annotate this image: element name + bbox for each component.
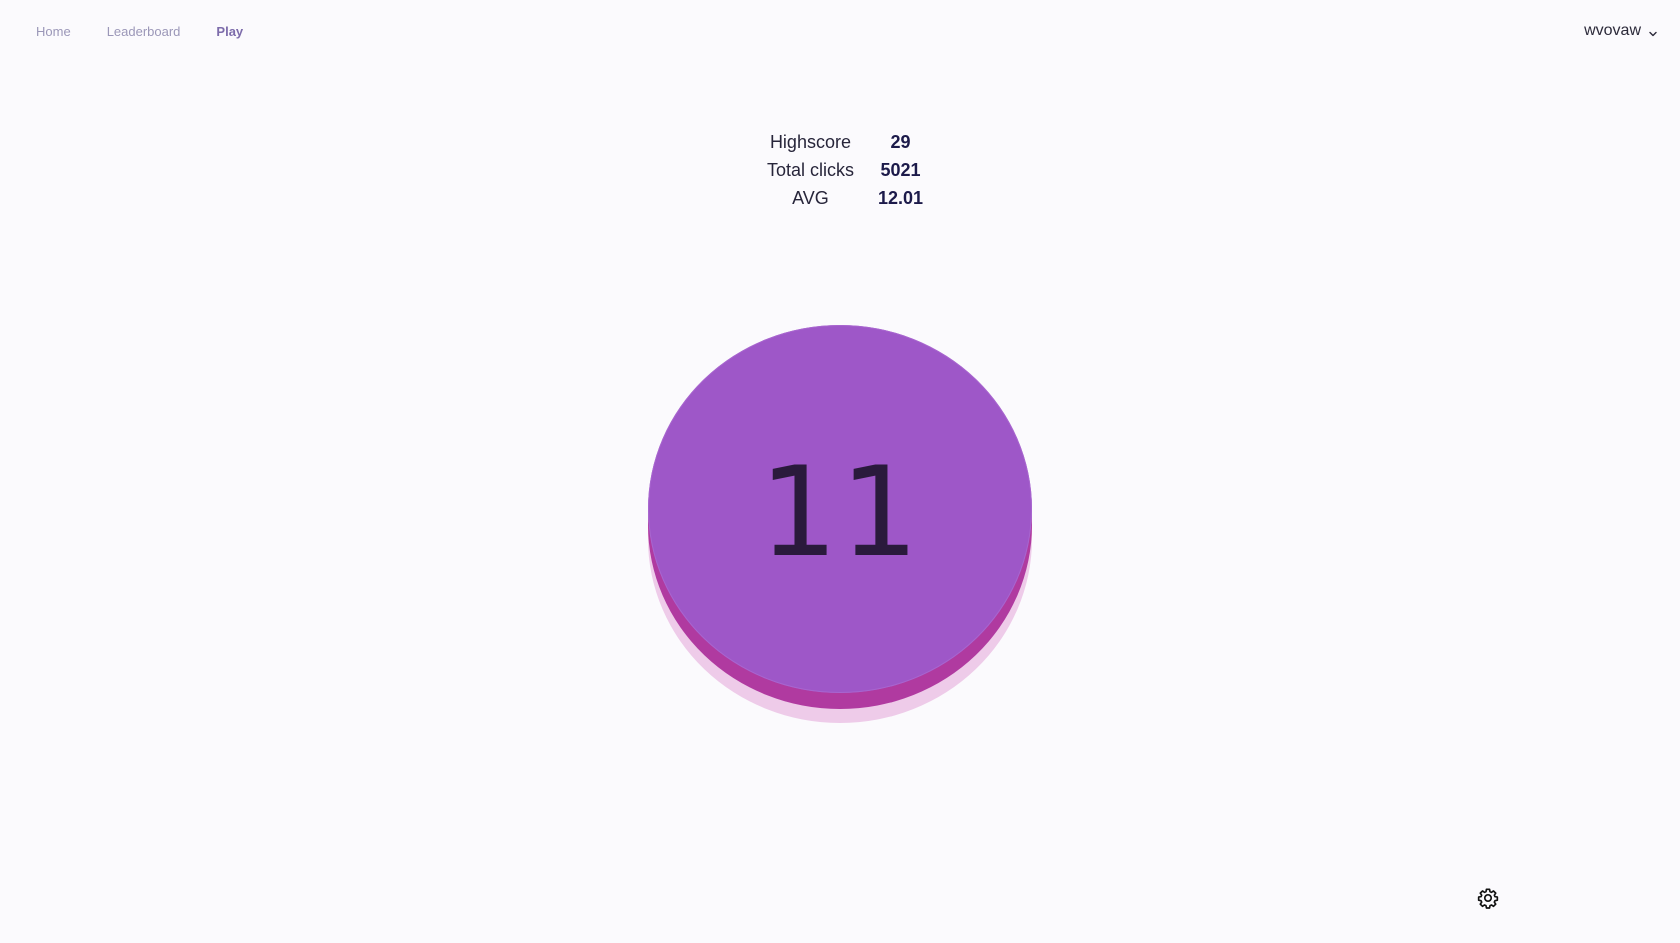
chevron-down-icon (1648, 26, 1658, 37)
click-counter: 11 (759, 441, 921, 585)
page: Home Leaderboard Play wvovaw Highscore 2… (0, 0, 1680, 943)
top-nav: Home Leaderboard Play (36, 24, 279, 39)
total-clicks-value: 5021 (880, 160, 921, 180)
nav-leaderboard-link[interactable]: Leaderboard (107, 24, 181, 39)
click-button[interactable]: 11 (648, 325, 1032, 693)
highscore-value: 29 (890, 132, 911, 152)
nav-home-link[interactable]: Home (36, 24, 71, 39)
avg-label: AVG (792, 188, 829, 208)
highscore-label: Highscore (769, 132, 851, 152)
user-menu[interactable]: wvovaw (1584, 22, 1658, 40)
nav-play-link[interactable]: Play (216, 24, 243, 39)
stat-row-total-clicks: Total clicks 5021 (755, 156, 935, 184)
username: wvovaw (1584, 22, 1641, 39)
stats-table: Highscore 29 Total clicks 5021 AVG 12.01 (755, 128, 935, 212)
stat-row-avg: AVG 12.01 (755, 184, 935, 212)
stats-panel: Highscore 29 Total clicks 5021 AVG 12.01 (0, 128, 1680, 212)
gear-icon[interactable] (1477, 887, 1499, 909)
stat-row-highscore: Highscore 29 (755, 128, 935, 156)
total-clicks-label: Total clicks (766, 160, 854, 180)
click-button-wrapper: 11 (648, 325, 1032, 725)
avg-value: 12.01 (877, 188, 924, 208)
